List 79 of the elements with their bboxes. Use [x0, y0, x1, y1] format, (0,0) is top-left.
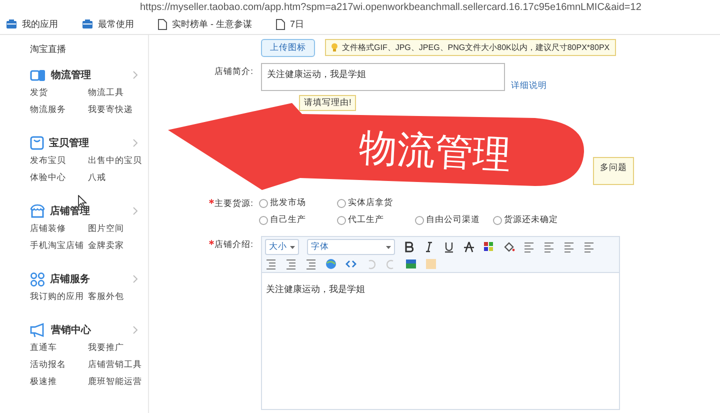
radio-button[interactable] — [337, 216, 346, 224]
section-title[interactable]: 营销中心 — [51, 323, 91, 337]
radio-button[interactable] — [337, 198, 346, 208]
radio-option[interactable]: 代工生产 — [337, 214, 415, 226]
sidebar-link[interactable]: 物流工具 — [88, 87, 148, 99]
left-icon[interactable] — [523, 241, 535, 253]
section-title[interactable]: 物流管理 — [51, 68, 91, 82]
sidebar-link[interactable]: 金牌卖家 — [88, 240, 148, 252]
radio-option[interactable]: 自己生产 — [259, 214, 337, 226]
radio-option[interactable]: 实体店拿货 — [337, 197, 415, 209]
sidebar-link[interactable]: 我要寄快递 — [88, 104, 148, 116]
color-icon[interactable] — [483, 241, 495, 253]
reason-notice: 请填写理由! — [299, 95, 356, 111]
shop-icon — [30, 204, 45, 218]
grid-icon — [30, 272, 45, 286]
section-title[interactable]: 店铺管理 — [50, 204, 90, 218]
radio-button[interactable] — [415, 216, 424, 224]
size-select[interactable]: 大小 — [265, 239, 299, 255]
address-bar[interactable]: https://myseller.taobao.com/app.htm?spm=a217wi.openworkbeanchmall.sellercard.16.17c95e16mnLMIC&aid=12 — [140, 2, 642, 12]
radio-option[interactable]: 批发市场 — [259, 197, 337, 209]
sidebar-link[interactable]: 图片空间 — [88, 223, 148, 235]
sidebar-link[interactable]: 出售中的宝贝 — [88, 155, 148, 167]
strike-icon[interactable] — [463, 241, 475, 253]
sidebar-link[interactable]: 手机淘宝店铺 — [30, 240, 88, 252]
radio-option[interactable]: 自由公司渠道 — [415, 214, 493, 226]
sidebar-link[interactable]: 极速推 — [30, 376, 88, 388]
upload-button[interactable]: 上传图标 — [261, 39, 315, 57]
center-icon[interactable] — [543, 241, 555, 253]
sidebar-link[interactable]: 鹿班智能运营 — [88, 376, 148, 388]
underline-icon[interactable] — [443, 241, 455, 253]
font-select[interactable]: 字体 — [307, 239, 395, 255]
sidebar-link[interactable]: 直通车 — [30, 342, 88, 354]
page-icon — [276, 18, 285, 30]
right-icon[interactable] — [563, 241, 575, 253]
radio-option[interactable]: 货源还未确定 — [493, 214, 571, 226]
bookmark-link[interactable]: 最常使用 — [82, 18, 134, 30]
lightbulb-icon — [331, 43, 338, 52]
radio-button[interactable] — [259, 198, 268, 208]
box-icon — [30, 136, 44, 150]
sidebar-link[interactable]: 活动报名 — [30, 359, 88, 371]
megaphone-icon — [30, 322, 46, 338]
details-link[interactable]: 详细说明 — [511, 80, 547, 92]
radio-button[interactable] — [259, 216, 268, 224]
sidebar-link[interactable]: 我要推广 — [88, 342, 148, 354]
radio-button[interactable] — [493, 216, 502, 224]
section-title[interactable]: 店铺服务 — [50, 272, 90, 286]
list-icon[interactable] — [583, 241, 595, 253]
editor-text[interactable]: 关注健康运动，我是学姐 — [262, 273, 619, 306]
italic-icon[interactable] — [423, 241, 435, 253]
bookmark-link[interactable]: 实时榜单 - 生意参谋 — [158, 18, 252, 30]
image-icon[interactable] — [405, 258, 417, 270]
field-label: 主要货源: — [193, 195, 259, 210]
sidebar-link[interactable]: 客服外包 — [88, 291, 148, 303]
field-label: 店铺简介: — [214, 65, 254, 78]
bold-icon[interactable] — [403, 241, 415, 253]
sidebar-link[interactable]: 物流服务 — [30, 104, 88, 116]
folder-icon — [82, 19, 93, 29]
page-icon — [158, 18, 167, 30]
intro-field[interactable]: 关注健康运动，我是学姐 — [261, 63, 505, 91]
field-label: 店铺介绍: — [193, 236, 259, 251]
folder-icon — [6, 19, 17, 29]
bookmark-link[interactable]: 我的应用 — [6, 18, 58, 30]
sidebar-link[interactable]: 店铺装修 — [30, 223, 88, 235]
sidebar-link[interactable]: 体验中心 — [30, 172, 88, 184]
sidebar-link[interactable]: 我订购的应用 — [30, 291, 88, 303]
sidebar-link[interactable]: 淘宝直播 — [30, 43, 66, 56]
sidebar-link[interactable]: 八戒 — [88, 172, 148, 184]
sidebar-link[interactable]: 发布宝贝 — [30, 155, 88, 167]
fill-icon[interactable] — [503, 241, 515, 253]
caret-icon — [386, 246, 391, 248]
sidebar-link[interactable]: 店铺营销工具 — [88, 359, 148, 371]
caret-icon — [290, 246, 295, 248]
side-notice: 多问题 — [593, 157, 634, 185]
code-icon[interactable] — [345, 258, 357, 270]
bookmark-link[interactable]: 7日 — [276, 18, 304, 30]
sidebar-link[interactable]: 发货 — [30, 87, 88, 99]
section-title[interactable]: 宝贝管理 — [49, 136, 89, 150]
hint-text: 文件格式GIF、JPG、JPEG、PNG文件大小80K以内，建议尺寸80PX*80PX — [342, 42, 610, 53]
overlay-title: 物流管理 — [358, 125, 512, 177]
